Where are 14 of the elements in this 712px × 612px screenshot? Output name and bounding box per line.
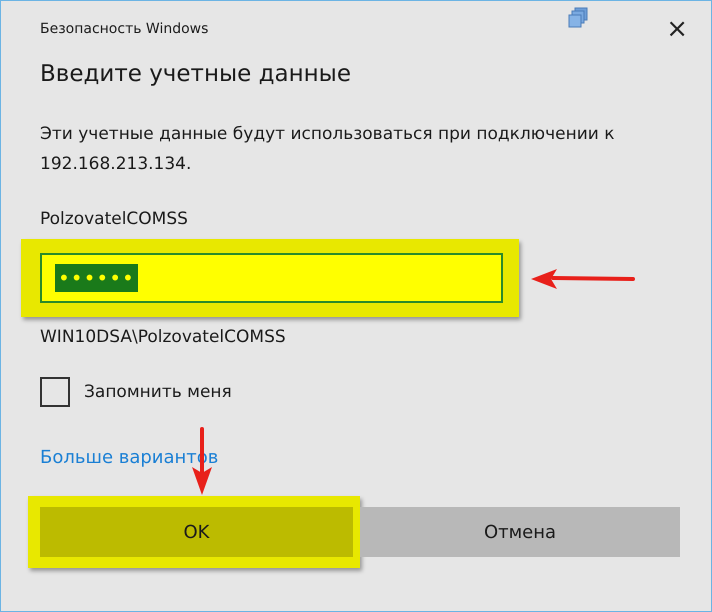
password-value: ••••••: [55, 264, 138, 292]
message-text: Эти учетные данные будут использоваться при подключении к 192.168.213.134.: [40, 123, 616, 176]
remember-checkbox[interactable]: [40, 377, 70, 407]
arrow-icon: [529, 267, 635, 291]
close-button[interactable]: ×: [660, 16, 694, 42]
window-title: Безопасность Windows: [40, 21, 208, 37]
password-field[interactable]: ••••••: [40, 253, 503, 303]
domain-user-label: WIN10DSA\PolzovatelCOMSS: [40, 327, 287, 347]
ok-button[interactable]: OK: [40, 507, 353, 557]
dialog-heading: Введите учетные данные: [40, 61, 352, 87]
cancel-button[interactable]: Отмена: [360, 507, 680, 557]
windows-stack-icon: [567, 7, 589, 29]
remember-label: Запомнить меня: [84, 382, 232, 402]
username-label: PolzovatelCOMSS: [40, 209, 189, 229]
